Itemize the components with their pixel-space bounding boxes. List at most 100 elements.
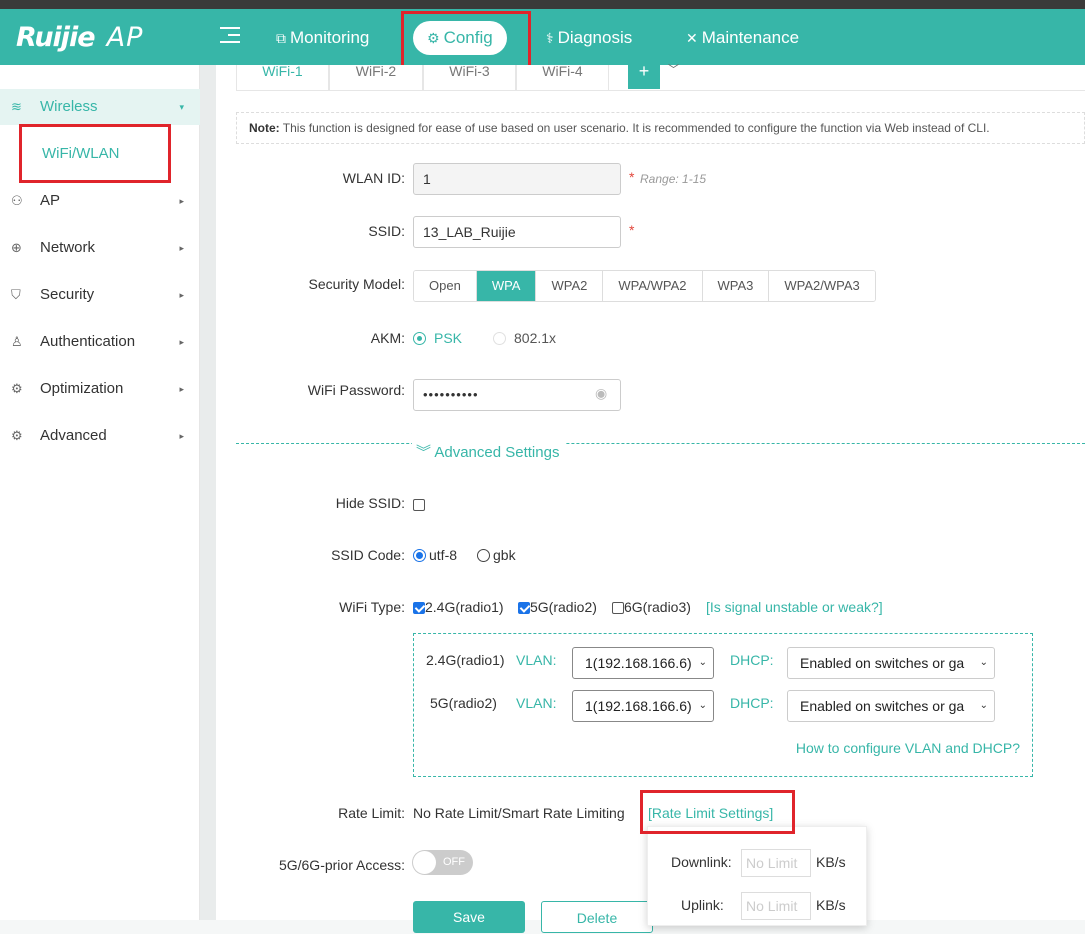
akm-label: AKM: (370, 330, 405, 346)
wifi-type-label: WiFi Type: (339, 599, 405, 615)
downlink-unit: KB/s (816, 854, 846, 870)
checkbox-icon (612, 602, 624, 614)
add-tab-button[interactable]: + (628, 62, 660, 89)
radio2-dhcp-select[interactable]: Enabled on switches or ga ⌄ (787, 690, 995, 722)
chevron-down-icon: ⌄ (698, 657, 707, 668)
vlan-dhcp-help-link[interactable]: How to configure VLAN and DHCP? (796, 740, 1020, 756)
dhcp-label: DHCP: (730, 695, 774, 711)
stethoscope-icon: ⚕ (546, 30, 554, 46)
sidebar-item-authentication[interactable]: ♙ Authentication ▸ (0, 324, 200, 360)
tab-wifi-1[interactable]: WiFi-1 (236, 64, 329, 91)
downlink-input[interactable]: No Limit (741, 849, 811, 877)
akm-8021x-radio[interactable]: 802.1x (493, 330, 556, 346)
radio-selected-icon (413, 549, 426, 562)
sidebar-item-optimization[interactable]: ⚙ Optimization ▸ (0, 371, 200, 407)
sidebar-item-advanced[interactable]: ⚙ Advanced ▸ (0, 418, 200, 454)
security-option-wpa[interactable]: WPA (476, 271, 537, 301)
nav-maintenance[interactable]: ✕ Maintenance (672, 21, 813, 55)
caret-right-icon: ▸ (179, 337, 184, 347)
gear-icon: ⚙ (427, 30, 440, 46)
chevron-down-icon[interactable]: ﹀ (668, 65, 679, 76)
prior-access-toggle[interactable]: OFF (412, 850, 473, 875)
globe-icon: ⊕ (11, 240, 22, 255)
radio1-vlan-select[interactable]: 1(192.168.166.6) ⌄ (572, 647, 714, 679)
radio-icon (477, 549, 490, 562)
rate-limit-label: Rate Limit: (338, 805, 405, 821)
radio2-vlan-select[interactable]: 1(192.168.166.6) ⌄ (572, 690, 714, 722)
security-option-wpa3[interactable]: WPA3 (702, 271, 770, 301)
radio2-label: 5G(radio2) (430, 695, 497, 711)
security-option-open[interactable]: Open (414, 271, 477, 301)
eye-icon[interactable]: ◉ (595, 385, 607, 402)
shield-icon: ⛉ (11, 287, 21, 302)
wlan-id-range-hint: Range: 1-15 (640, 172, 707, 186)
wifi-type-24g-checkbox[interactable]: 2.4G(radio1) (413, 599, 504, 615)
akm-psk-radio[interactable]: PSK (413, 330, 462, 346)
tabs-divider (236, 90, 1085, 91)
security-model-label: Security Model: (308, 276, 405, 292)
nav-monitoring[interactable]: ⧉ Monitoring (262, 21, 383, 55)
advanced-settings-toggle[interactable]: ︾ Advanced Settings (412, 441, 566, 462)
ap-icon: ⚇ (11, 193, 23, 208)
wifi-password-label: WiFi Password: (307, 382, 405, 398)
security-option-wpa-wpa2[interactable]: WPA/WPA2 (603, 271, 703, 301)
required-mark: * (629, 169, 635, 185)
radio1-label: 2.4G(radio1) (426, 652, 505, 668)
security-option-wpa2-wpa3[interactable]: WPA2/WPA3 (769, 271, 875, 301)
nav-config[interactable]: ⚙ Config (413, 21, 507, 55)
wifi-type-5g-checkbox[interactable]: 5G(radio2) (518, 599, 597, 615)
caret-right-icon: ▸ (179, 243, 184, 253)
double-chevron-down-icon: ︾ (416, 444, 432, 461)
sidebar-item-wireless[interactable]: ≋ Wireless ▾ (0, 89, 200, 125)
vlan-label: VLAN: (516, 652, 557, 668)
ssid-code-gbk-radio[interactable]: gbk (477, 547, 516, 563)
uplink-unit: KB/s (816, 897, 846, 913)
save-button[interactable]: Save (413, 901, 525, 933)
tools-icon: ✕ (686, 30, 698, 46)
uplink-label: Uplink: (681, 897, 724, 913)
wifi-type-6g-checkbox[interactable]: 6G(radio3) (612, 599, 691, 615)
top-navbar: Ruijie AP ⧉ Monitoring ⚙ Config ⚕ Diagnosis … (0, 9, 1085, 65)
signal-help-link[interactable]: [Is signal unstable or weak?] (706, 599, 883, 615)
radio-selected-icon (413, 332, 426, 345)
monitor-icon: ⧉ (276, 30, 286, 46)
tab-wifi-3[interactable]: WiFi-3 (423, 64, 516, 91)
ssid-input[interactable]: 13_LAB_Ruijie (413, 216, 621, 248)
tab-wifi-4[interactable]: WiFi-4 (516, 64, 609, 91)
rate-limit-popup: Downlink: No Limit KB/s Uplink: No Limit… (647, 826, 867, 926)
security-option-wpa2[interactable]: WPA2 (536, 271, 604, 301)
sidebar-item-ap[interactable]: ⚇ AP ▸ (0, 183, 200, 219)
checkbox-checked-icon (413, 602, 425, 614)
advanced-divider (236, 443, 1085, 444)
caret-right-icon: ▸ (179, 196, 184, 206)
hide-ssid-checkbox[interactable] (413, 496, 425, 514)
caret-down-icon: ▾ (179, 102, 184, 112)
ssid-label: SSID: (368, 223, 405, 239)
wlan-id-input[interactable]: 1 (413, 163, 621, 195)
menu-collapse-icon[interactable] (220, 27, 240, 45)
checkbox-checked-icon (518, 602, 530, 614)
ssid-code-utf8-radio[interactable]: utf-8 (413, 547, 457, 563)
main-content: WiFi-1 WiFi-2 WiFi-3 WiFi-4 + ﹀ Note: Th… (216, 62, 1085, 933)
nav-diagnosis[interactable]: ⚕ Diagnosis (532, 21, 646, 55)
user-icon: ♙ (11, 334, 23, 349)
rate-limit-value: No Rate Limit/Smart Rate Limiting (413, 805, 625, 821)
wifi-password-input[interactable]: •••••••••• (413, 379, 621, 411)
sidebar-item-security[interactable]: ⛉ Security ▸ (0, 277, 200, 313)
delete-button[interactable]: Delete (541, 901, 653, 933)
uplink-input[interactable]: No Limit (741, 892, 811, 920)
caret-right-icon: ▸ (179, 290, 184, 300)
tab-wifi-2[interactable]: WiFi-2 (329, 64, 423, 91)
caret-right-icon: ▸ (179, 431, 184, 441)
chevron-down-icon: ⌄ (979, 657, 988, 668)
sidebar-item-network[interactable]: ⊕ Network ▸ (0, 230, 200, 266)
vlan-label: VLAN: (516, 695, 557, 711)
security-model-selector: Open WPA WPA2 WPA/WPA2 WPA3 WPA2/WPA3 (413, 270, 876, 302)
ssid-code-label: SSID Code: (331, 547, 405, 563)
sidebar-item-wifi-wlan[interactable]: WiFi/WLAN (42, 145, 120, 162)
downlink-label: Downlink: (671, 854, 732, 870)
window-top-strip (0, 0, 1085, 9)
radio1-dhcp-select[interactable]: Enabled on switches or ga ⌄ (787, 647, 995, 679)
gear-icon: ⚙ (11, 428, 23, 443)
rate-limit-settings-link[interactable]: [Rate Limit Settings] (648, 805, 773, 821)
